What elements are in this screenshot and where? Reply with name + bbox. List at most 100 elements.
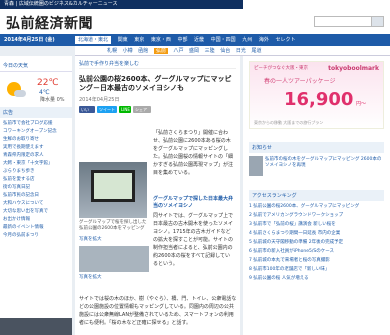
right-sidebar: ピーチがつなぐ大阪・東京 tokyoboolmark 春の一人ツアーパッケージ …: [243, 56, 390, 335]
sidebar-link[interactable]: 実用で長期使えます: [3, 144, 69, 152]
city-tab-hachinohe[interactable]: 八戸: [173, 48, 183, 54]
ad-price: 16,900: [284, 89, 354, 110]
line-button[interactable]: LINE: [119, 106, 131, 113]
ranking-section-title: アクセスランキング: [249, 190, 384, 201]
ranking-item[interactable]: 5 弘前城の天守閣移動の準備 2年後の完成予定: [249, 238, 384, 247]
share-bar: いいね! ツイート LINE シェア: [79, 106, 236, 119]
related-article-link[interactable]: グーグルマップで探した日本最大弁当のソメイヨシノ: [153, 196, 235, 210]
ad-headline: 春の一人ツアーパッケージ: [264, 78, 336, 85]
temp-high: 22℃: [37, 78, 59, 88]
search-icon[interactable]: [371, 17, 383, 26]
cloud-icon: [14, 90, 26, 97]
map-on-monitor: [91, 170, 135, 202]
region-tab-overseas[interactable]: 海外: [259, 37, 269, 43]
region-tab-hokkaido[interactable]: 北海道・東北: [75, 36, 112, 44]
top-link-feature[interactable]: 特集: [316, 1, 326, 7]
sidebar-link[interactable]: 最新のイベント情報: [3, 224, 69, 232]
sidebar-link[interactable]: 大和ハウスについて: [3, 200, 69, 208]
left-sidebar: 今日の天気 22℃ 4℃ 降水量 0% 広告 弘前市で会社ブログ応援 コワーキン…: [0, 56, 72, 335]
tweet-button[interactable]: ツイート: [97, 106, 117, 113]
sidebar-link[interactable]: 青森県内限定の求人: [3, 152, 69, 160]
top-bar: 青森 | 広域伝統圏のビジネス&カルチャーニュース ホーム ニュース 天気 特集…: [0, 0, 390, 9]
search-input[interactable]: [314, 16, 384, 27]
news-thumbnail[interactable]: [249, 156, 263, 176]
region-tab-select[interactable]: セレクト: [275, 37, 295, 43]
city-tab-sendai[interactable]: 仙台: [220, 48, 230, 54]
article-photo[interactable]: [79, 162, 147, 218]
sidebar-link[interactable]: 生鮮のお取り寄せ: [3, 136, 69, 144]
sidebar-link[interactable]: 弘前を愛する店: [3, 176, 69, 184]
article-lead: 「弘前さくらまつり」開催に合わせ、弘前公園に2600本ある桜の木をグーグルマップ…: [153, 130, 234, 176]
city-tab-hirosaki[interactable]: 弘前: [153, 48, 168, 54]
article-title: 弘前公園の桜2600本、グーグルマップにマッピング－日本最古のソメイヨシノも: [79, 75, 232, 92]
news-section-title: お知らせ: [249, 142, 384, 153]
ranking-item[interactable]: 9 弘前公園の桜 人気が増える: [249, 274, 384, 283]
enlarge-photo-link-2[interactable]: 写真を拡大: [79, 274, 102, 280]
city-nav: 札幌 小樽 函館 弘前 八戸 盛岡 三陸 仙台 日光 尾道: [75, 46, 390, 56]
current-date: 2014年4月25日 (金): [4, 37, 55, 43]
travel-ad-banner[interactable]: ピーチがつなぐ大阪・東京 tokyoboolmark 春の一人ツアーパッケージ …: [249, 61, 384, 129]
city-tab-otaru[interactable]: 小樽: [123, 48, 133, 54]
city-tab-sapporo[interactable]: 札幌: [107, 48, 117, 54]
sidebar-link[interactable]: 弘前市で会社ブログ応援: [3, 120, 69, 128]
region-tab-kinki[interactable]: 近畿: [194, 37, 204, 43]
ranking-item[interactable]: 1 弘前公園の桜2600本、グーグルマップにマッピング: [249, 202, 384, 211]
sidebar-link[interactable]: 大鰐・東京「十文字館」: [3, 160, 69, 168]
ranking-item[interactable]: 8 弘前市100年の老舗店で「新しい味」: [249, 265, 384, 274]
ad-logo: tokyoboolmark: [328, 65, 379, 72]
share-button[interactable]: シェア: [133, 106, 151, 113]
region-list: 北海道・東北 関東 東京 東京・西 中部 近畿 中国・四国 九州 海外 セレクト: [75, 34, 301, 46]
site-header: 弘前経済新聞: [0, 9, 390, 34]
news-item-link[interactable]: 弘前市の桜の木をグーグルマップにマッピング 2600本のソメイヨシノを再現: [265, 157, 383, 169]
ad-footnote: 東京からの移動 大阪までの旅行プラン: [254, 120, 324, 125]
city-tab-onomichi[interactable]: 尾道: [251, 48, 261, 54]
sidebar-link[interactable]: 大切な思い出を写真で: [3, 208, 69, 216]
enlarge-photo-link[interactable]: 写真を拡大: [79, 236, 102, 242]
breadcrumb[interactable]: 弘前で手作り弁当を楽しむ: [79, 59, 236, 69]
article-date: 2014年04月25日: [79, 97, 120, 103]
ranking-item[interactable]: 6 弘前市の新入社員がiPhone5/Sのケース: [249, 247, 384, 256]
sidebar-link[interactable]: ぶらりまち歩き: [3, 168, 69, 176]
top-link-weather[interactable]: 天気: [299, 1, 309, 7]
sidebar-link-list: 弘前市で会社ブログ応援 コワーキングオープン記念 生鮮のお取り寄せ 実用で長期使…: [0, 118, 72, 242]
rain-chance: 降水量 0%: [40, 97, 65, 103]
top-link-news[interactable]: ニュース: [271, 1, 291, 7]
region-tab-tokyo[interactable]: 東京: [134, 37, 144, 43]
sidebar-link[interactable]: お出かけ情報: [3, 216, 69, 224]
sidebar-link[interactable]: コワーキングオープン記念: [3, 128, 69, 136]
site-logo[interactable]: 弘前経済新聞: [6, 13, 93, 33]
top-link-select[interactable]: セレクト: [334, 1, 354, 7]
weather-widget: 22℃ 4℃ 降水量 0%: [0, 72, 72, 106]
ad-tagline: ピーチがつなぐ大阪・東京: [254, 66, 308, 71]
ranking-item[interactable]: 2 弘前でアメリカングラウンドワークショップ: [249, 211, 384, 220]
city-tab-nikko[interactable]: 日光: [236, 48, 246, 54]
region-tab-chugoku[interactable]: 中国・四国: [211, 37, 236, 43]
top-link-home[interactable]: ホーム: [249, 1, 264, 7]
region-nav: 2014年4月25日 (金) 北海道・東北 関東 東京 東京・西 中部 近畿 中…: [0, 34, 390, 46]
region-tab-chubu[interactable]: 中部: [177, 37, 187, 43]
city-tab-morioka[interactable]: 盛岡: [189, 48, 199, 54]
ranking-item[interactable]: 4 弘前さくらまつり期間一日延長 市内の企業: [249, 229, 384, 238]
sidebar-link[interactable]: 今月の弘前まつり: [3, 232, 69, 240]
ranking-item[interactable]: 7 弘前城の本丸で来場者と桜の写真撮影: [249, 256, 384, 265]
city-tab-sanriku[interactable]: 三陸: [205, 48, 215, 54]
sidebar-link[interactable]: 弘前市民の記念日: [3, 192, 69, 200]
ad-price-unit: 円〜: [356, 101, 367, 107]
temp-low: 4℃: [39, 89, 50, 96]
sidebar-section-title: 広告: [0, 107, 72, 118]
sidebar-footer-block: [0, 318, 72, 335]
sidebar-link[interactable]: 街の写真日記: [3, 184, 69, 192]
ranking-item[interactable]: 3 弘前市で「弘前の桜」講演会 新しい桜を: [249, 220, 384, 229]
ranking-list: 1 弘前公園の桜2600本、グーグルマップにマッピング 2 弘前でアメリカングラ…: [249, 202, 384, 283]
photo-caption: グーグルマップで桜を探し出した弘前公園の2600本をマッピング: [79, 220, 147, 231]
article-body-1: 同サイトでは、グーグルマップ上で日本最古の古木開木を使ったソメイヨシノ。1715…: [153, 213, 234, 267]
city-tab-hakodate[interactable]: 函館: [138, 48, 148, 54]
site-tagline: 青森 | 広域伝統圏のビジネス&カルチャーニュース: [4, 1, 118, 7]
region-tab-tokyo-west[interactable]: 東京・西: [151, 37, 171, 43]
facebook-like-button[interactable]: いいね!: [79, 106, 95, 119]
article-body-2: サイトでは桜の木のほか、樹（やぐら）、橋、門、トイレ、公衆電話などの公園施設の位…: [79, 296, 237, 326]
region-tab-kyushu[interactable]: 九州: [242, 37, 252, 43]
article-photo-2[interactable]: [79, 246, 149, 272]
region-tab-kanto[interactable]: 関東: [118, 37, 128, 43]
top-links: ホーム ニュース 天気 特集 セレクト: [243, 0, 390, 9]
